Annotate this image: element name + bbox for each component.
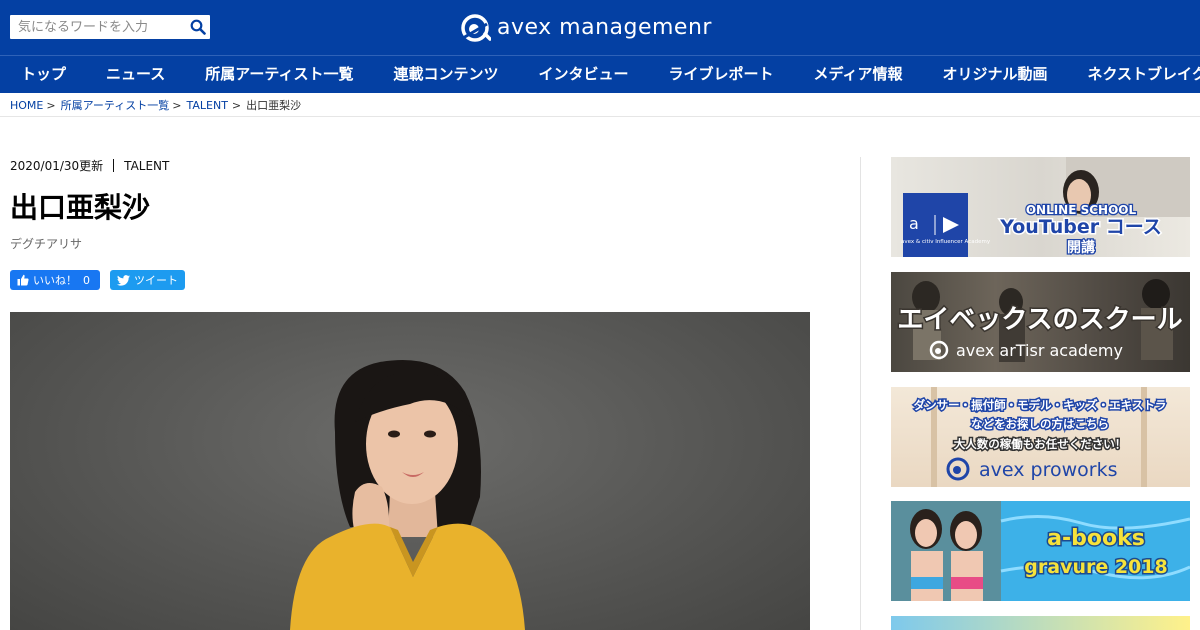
breadcrumb-separator: > bbox=[172, 99, 182, 112]
column-divider bbox=[860, 157, 861, 630]
site-logo[interactable]: avex managemenr bbox=[459, 12, 712, 42]
search-icon bbox=[190, 19, 206, 35]
nav-item-live-report[interactable]: ライブレポート bbox=[649, 56, 794, 93]
banner4-line2: gravure 2018 bbox=[1024, 556, 1167, 578]
nav-item-top[interactable]: トップ bbox=[0, 56, 86, 93]
avex-logo-icon bbox=[461, 14, 491, 42]
banner1-line3: 開講 bbox=[1067, 239, 1095, 256]
category-label[interactable]: TALENT bbox=[124, 159, 169, 173]
main-nav: トップ ニュース 所属アーティスト一覧 連載コンテンツ インタビュー ライブレポ… bbox=[0, 55, 1200, 93]
site-header: avex managemenr bbox=[0, 0, 1200, 55]
artist-portrait-illustration bbox=[290, 360, 525, 630]
banner3-line4: avex proworks bbox=[979, 459, 1117, 481]
banner1-line2: YouTuber コース bbox=[999, 216, 1162, 238]
banner3-line3: 大人数の稼働もお任せください！ bbox=[954, 437, 1127, 451]
banner2-line2: avex arTisr academy bbox=[956, 341, 1123, 360]
logo-text: avex managemenr bbox=[497, 14, 712, 40]
banner-youtuber-school[interactable]: a avex & citiv Influencer Academy ONLINE… bbox=[891, 157, 1190, 257]
banner-avex-proworks[interactable]: ダンサー・振付師・モデル・キッズ・エキストラ などをお探しの方はこちら 大人数の… bbox=[891, 387, 1190, 487]
meta-divider bbox=[113, 159, 115, 172]
banner-avex-artist-academy[interactable]: エイベックスのスクール avex arTisr academy bbox=[891, 272, 1190, 372]
banner4-line1: a-books bbox=[1047, 526, 1145, 551]
breadcrumb-current: 出口亜梨沙 bbox=[246, 99, 302, 112]
breadcrumb-separator: > bbox=[46, 99, 56, 112]
like-label: いいね！ bbox=[33, 274, 77, 287]
like-count: 0 bbox=[83, 273, 90, 287]
nav-item-media[interactable]: メディア情報 bbox=[794, 56, 923, 93]
svg-text:a: a bbox=[909, 214, 919, 233]
article-meta: 2020/01/30更新 TALENT bbox=[10, 157, 169, 174]
nav-item-original-video[interactable]: オリジナル動画 bbox=[922, 56, 1067, 93]
tweet-label: ツイート bbox=[134, 274, 178, 287]
nav-item-next-break[interactable]: ネクストブレイク bbox=[1068, 56, 1200, 93]
banner3-line1: ダンサー・振付師・モデル・キッズ・エキストラ bbox=[914, 398, 1167, 412]
thumbs-up-icon bbox=[17, 274, 29, 286]
artist-name: 出口亜梨沙 bbox=[10, 191, 151, 224]
artist-photo bbox=[10, 312, 810, 630]
breadcrumb: HOME > 所属アーティスト一覧 > TALENT > 出口亜梨沙 bbox=[10, 97, 301, 113]
tweet-button[interactable]: ツイート bbox=[110, 270, 185, 290]
search-input[interactable] bbox=[10, 15, 186, 39]
twitter-bird-icon bbox=[117, 274, 130, 286]
breadcrumb-category[interactable]: TALENT bbox=[187, 99, 228, 112]
banner-a-books-gravure[interactable]: a-books gravure 2018 bbox=[891, 501, 1190, 601]
breadcrumb-home[interactable]: HOME bbox=[10, 99, 43, 112]
nav-item-artists[interactable]: 所属アーティスト一覧 bbox=[185, 56, 373, 93]
nav-item-news[interactable]: ニュース bbox=[86, 56, 185, 93]
updated-date: 2020/01/30更新 bbox=[10, 159, 104, 173]
banner-partial[interactable] bbox=[891, 616, 1190, 630]
breadcrumb-separator: > bbox=[231, 99, 242, 112]
nav-item-interview[interactable]: インタビュー bbox=[519, 56, 649, 93]
banner3-line2: などをお探しの方はこちら bbox=[971, 417, 1109, 431]
social-buttons: いいね！ 0 ツイート bbox=[10, 270, 185, 290]
banner1-line1: ONLINE SCHOOL bbox=[1026, 203, 1137, 217]
breadcrumb-divider bbox=[0, 116, 1200, 117]
search-box bbox=[10, 15, 210, 39]
banner1-small-text: avex & citiv Influencer Academy bbox=[901, 239, 991, 245]
search-button[interactable] bbox=[190, 19, 206, 35]
nav-item-series[interactable]: 連載コンテンツ bbox=[373, 56, 518, 93]
facebook-like-button[interactable]: いいね！ 0 bbox=[10, 270, 100, 290]
banner2-line1: エイベックスのスクール bbox=[897, 305, 1182, 335]
breadcrumb-artist-list[interactable]: 所属アーティスト一覧 bbox=[61, 99, 170, 112]
artist-name-kana: デグチアリサ bbox=[10, 237, 83, 251]
